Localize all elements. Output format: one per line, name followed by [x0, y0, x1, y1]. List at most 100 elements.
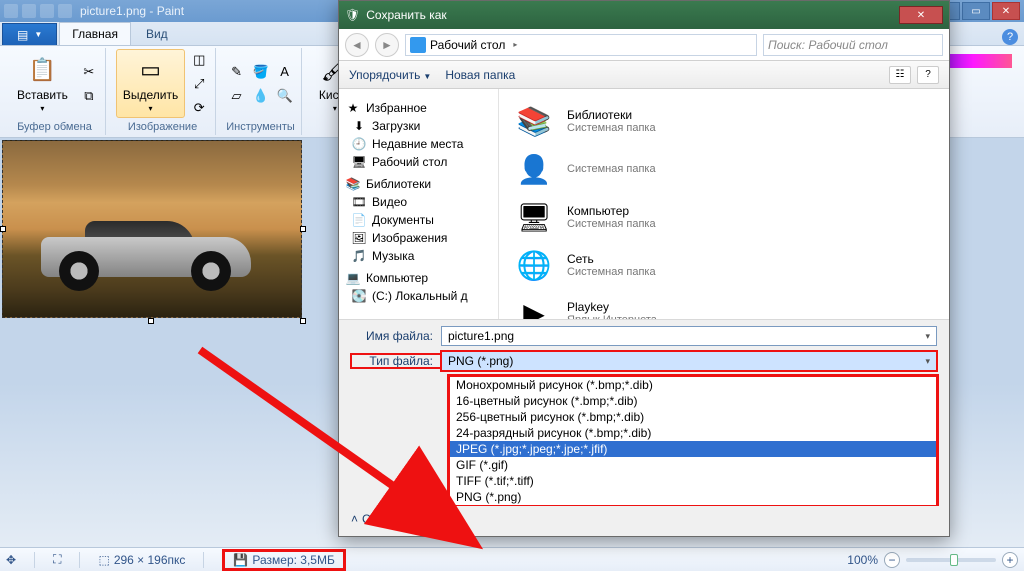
tab-view[interactable]: Вид: [133, 22, 181, 45]
organize-menu[interactable]: Упорядочить▼: [349, 68, 431, 82]
crop-icon[interactable]: ◫: [189, 50, 209, 70]
tree-documents[interactable]: 📄Документы: [343, 211, 494, 229]
tree-downloads[interactable]: ⬇Загрузки: [343, 117, 494, 135]
cut-icon[interactable]: ✂: [79, 62, 99, 82]
file-list: 📚 БиблиотекиСистемная папка 👤 Системная …: [499, 89, 949, 319]
breadcrumb[interactable]: Рабочий стол ▸: [405, 34, 757, 56]
chevron-down-icon[interactable]: ▾: [925, 356, 930, 367]
fill-icon[interactable]: 🪣: [251, 62, 271, 82]
canvas-dims: ⬚ 296 × 196пкс: [98, 553, 185, 567]
tree-cdrive[interactable]: 💽(C:) Локальный д: [343, 287, 494, 305]
resize-handle[interactable]: [0, 226, 6, 232]
copy-icon[interactable]: ⧉: [79, 86, 99, 106]
nav-tree: ★Избранное ⬇Загрузки 🕘Недавние места 🖥Ра…: [339, 89, 499, 319]
picker-icon[interactable]: 💧: [251, 86, 271, 106]
image-canvas[interactable]: [2, 140, 302, 318]
ribbon-group-tools-label: Инструменты: [226, 119, 295, 135]
text-icon[interactable]: A: [275, 62, 295, 82]
filename-input[interactable]: picture1.png ▾: [441, 326, 937, 346]
help-icon[interactable]: ?: [917, 66, 939, 84]
tree-computer[interactable]: 💻Компьютер: [343, 269, 494, 287]
ribbon-group-clipboard-label: Буфер обмена: [17, 119, 92, 135]
zoom-in-button[interactable]: +: [1002, 552, 1018, 568]
filetype-option[interactable]: 16-цветный рисунок (*.bmp;*.dib): [450, 393, 936, 409]
paste-icon: 📋: [26, 54, 58, 86]
close-button[interactable]: ✕: [992, 2, 1020, 20]
search-input[interactable]: Поиск: Рабочий стол: [763, 34, 943, 56]
dialog-bottom: ˄ Скрыть папки: [339, 506, 949, 536]
filetype-option[interactable]: PNG (*.png): [450, 489, 936, 505]
statusbar: ✥ ⛶ ⬚ 296 × 196пкс 💾 Размер: 3,5МБ 100% …: [0, 547, 1024, 571]
list-item[interactable]: 🖥 КомпьютерСистемная папка: [509, 193, 939, 241]
ribbon-group-clipboard: 📋 Вставить ▾ ✂ ⧉ Буфер обмена: [4, 48, 106, 135]
select-label: Выделить: [123, 88, 178, 102]
tab-home[interactable]: Главная: [59, 22, 131, 45]
filetype-option[interactable]: 256-цветный рисунок (*.bmp;*.dib): [450, 409, 936, 425]
zoom-slider[interactable]: [906, 558, 996, 562]
dialog-titlebar: 🛡 Сохранить как ✕: [339, 1, 949, 29]
selection-size: ⛶: [53, 552, 61, 567]
magnify-icon[interactable]: 🔍: [275, 86, 295, 106]
undo-icon[interactable]: [40, 4, 54, 18]
paste-button[interactable]: 📋 Вставить ▾: [10, 49, 75, 118]
help-icon[interactable]: ?: [1002, 29, 1018, 45]
select-button[interactable]: ▭ Выделить ▾: [116, 49, 185, 118]
forward-button[interactable]: ►: [375, 33, 399, 57]
filetype-option[interactable]: Монохромный рисунок (*.bmp;*.dib): [450, 377, 936, 393]
file-menu-button[interactable]: ▤▼: [2, 23, 57, 45]
window-title: picture1.png - Paint: [80, 4, 184, 18]
redo-icon[interactable]: [58, 4, 72, 18]
maximize-button[interactable]: ▭: [962, 2, 990, 20]
new-folder-button[interactable]: Новая папка: [445, 68, 515, 82]
rotate-icon[interactable]: ⟳: [189, 98, 209, 118]
dialog-close-button[interactable]: ✕: [899, 6, 943, 24]
filetype-combo[interactable]: PNG (*.png) ▾: [441, 351, 937, 371]
document-icon: 📄: [351, 213, 367, 227]
list-item[interactable]: 🌐 СетьСистемная папка: [509, 241, 939, 289]
tree-videos[interactable]: 🎞Видео: [343, 193, 494, 211]
save-as-dialog: 🛡 Сохранить как ✕ ◄ ► Рабочий стол ▸ Пои…: [338, 0, 950, 537]
chevron-down-icon[interactable]: ▾: [925, 331, 930, 342]
list-item[interactable]: ▶ PlaykeyЯрлык Интернета: [509, 289, 939, 319]
filetype-dropdown: Монохромный рисунок (*.bmp;*.dib)16-цвет…: [449, 376, 937, 506]
ribbon-group-image: ▭ Выделить ▾ ◫ ⤢ ⟳ Изображение: [110, 48, 216, 135]
filename-label: Имя файла:: [351, 329, 441, 343]
pencil-icon[interactable]: ✎: [227, 62, 247, 82]
list-item[interactable]: 👤 Системная папка: [509, 145, 939, 193]
filetype-option[interactable]: JPEG (*.jpg;*.jpeg;*.jpe;*.jfif): [450, 441, 936, 457]
dialog-toolbar: Упорядочить▼ Новая папка ☷ ?: [339, 61, 949, 89]
tree-favorites[interactable]: ★Избранное: [343, 99, 494, 117]
tree-pictures[interactable]: 🖼Изображения: [343, 229, 494, 247]
shortcut-icon: ▶: [511, 293, 557, 319]
picture-icon: 🖼: [351, 231, 367, 245]
music-icon: 🎵: [351, 249, 367, 263]
filetype-option[interactable]: GIF (*.gif): [450, 457, 936, 473]
save-icon[interactable]: [22, 4, 36, 18]
select-icon: ▭: [135, 54, 167, 86]
eraser-icon[interactable]: ▱: [227, 86, 247, 106]
breadcrumb-label: Рабочий стол: [430, 38, 505, 52]
resize-icon[interactable]: ⤢: [189, 74, 209, 94]
filetype-label: Тип файла:: [351, 354, 441, 368]
filetype-option[interactable]: TIFF (*.tif;*.tiff): [450, 473, 936, 489]
recent-icon: 🕘: [351, 137, 367, 151]
resize-handle[interactable]: [300, 318, 306, 324]
desktop-icon: 🖥: [351, 155, 367, 169]
list-item[interactable]: 📚 БиблиотекиСистемная папка: [509, 97, 939, 145]
quick-access-toolbar: [4, 4, 72, 18]
paste-label: Вставить: [17, 88, 68, 102]
filetype-option[interactable]: 24-разрядный рисунок (*.bmp;*.dib): [450, 425, 936, 441]
drive-icon: 💽: [351, 289, 367, 303]
hide-folders-link[interactable]: ˄ Скрыть папки: [351, 512, 438, 526]
tree-music[interactable]: 🎵Музыка: [343, 247, 494, 265]
resize-handle[interactable]: [300, 226, 306, 232]
tree-recent[interactable]: 🕘Недавние места: [343, 135, 494, 153]
network-icon: 🌐: [511, 245, 557, 285]
view-mode-button[interactable]: ☷: [889, 66, 911, 84]
tree-libraries[interactable]: 📚Библиотеки: [343, 175, 494, 193]
zoom-out-button[interactable]: −: [884, 552, 900, 568]
star-icon: ★: [345, 101, 361, 115]
tree-desktop[interactable]: 🖥Рабочий стол: [343, 153, 494, 171]
resize-handle[interactable]: [148, 318, 154, 324]
back-button[interactable]: ◄: [345, 33, 369, 57]
